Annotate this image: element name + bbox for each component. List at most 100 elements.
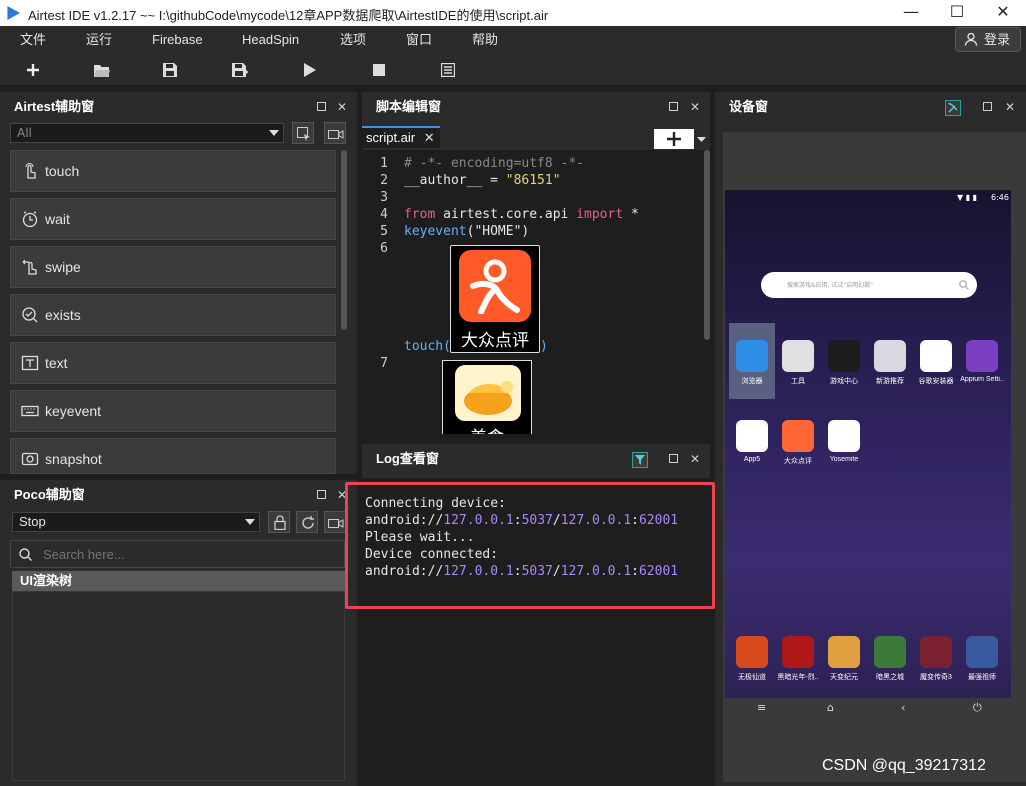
app-icon[interactable] <box>874 636 906 668</box>
close-panel-icon[interactable]: ✕ <box>688 452 702 466</box>
float-panel-icon[interactable] <box>314 100 328 114</box>
command-label: wait <box>45 211 70 227</box>
save-button[interactable] <box>157 58 183 82</box>
menu-nav-icon[interactable]: ≡ <box>757 701 766 714</box>
command-wait[interactable]: wait <box>10 198 336 240</box>
log-report-button[interactable] <box>435 58 461 82</box>
filter-select[interactable]: All <box>10 123 284 143</box>
app-icon[interactable] <box>920 340 952 372</box>
float-panel-icon[interactable] <box>666 100 680 114</box>
command-label: touch <box>45 163 80 179</box>
menu-file[interactable]: 文件 <box>20 26 46 54</box>
float-panel-icon[interactable] <box>980 100 994 114</box>
log-line-1: Connecting device: <box>365 496 506 511</box>
power-nav-icon[interactable]: ⏻ <box>973 701 982 715</box>
menu-firebase[interactable]: Firebase <box>152 26 203 54</box>
app-label: 无极仙道 <box>738 674 766 681</box>
tab-script-air[interactable]: script.air ✕ <box>362 126 440 148</box>
select-image-button[interactable] <box>292 122 314 144</box>
save-as-button[interactable] <box>227 58 253 82</box>
status-time: 6:46 <box>991 193 1009 202</box>
status-bar-icons: ▼ ▮ ▮ <box>957 193 978 202</box>
airtest-panel: Airtest辅助窗 ✕ All touch wait swipe exists… <box>0 92 357 474</box>
code-line-1: # -*- encoding=utf8 -*- <box>404 156 585 171</box>
template-image-food[interactable]: 美食 <box>442 360 532 434</box>
poco-search-box[interactable] <box>10 540 345 568</box>
app-icon[interactable] <box>736 636 768 668</box>
menu-options[interactable]: 选项 <box>340 26 366 54</box>
new-script-button[interactable] <box>20 58 46 82</box>
lock-button[interactable] <box>268 511 290 533</box>
editor-scrollbar[interactable] <box>704 150 710 340</box>
menu-help[interactable]: 帮助 <box>472 26 498 54</box>
lock-icon <box>274 515 286 530</box>
poco-record-button[interactable] <box>324 511 346 533</box>
code-string: "86151" <box>505 173 561 188</box>
back-nav-icon[interactable]: ‹ <box>901 701 905 714</box>
close-panel-icon[interactable]: ✕ <box>335 100 349 114</box>
ui-tree-root[interactable]: UI渲染树 <box>12 571 345 591</box>
float-panel-icon[interactable] <box>314 488 328 502</box>
search-icon <box>959 280 969 290</box>
command-label: swipe <box>45 259 81 275</box>
refresh-button[interactable] <box>296 511 318 533</box>
log-number: 127.0.0.1 <box>560 564 632 579</box>
close-panel-icon[interactable]: ✕ <box>688 100 702 114</box>
app-icon[interactable] <box>782 636 814 668</box>
scrollbar-thumb[interactable] <box>341 150 347 330</box>
app-icon[interactable] <box>920 636 952 668</box>
poco-search-input[interactable] <box>43 545 333 563</box>
menu-run[interactable]: 运行 <box>86 26 112 54</box>
menu-window[interactable]: 窗口 <box>406 26 432 54</box>
minimize-button[interactable]: — <box>888 0 934 26</box>
device-tools-button[interactable] <box>945 100 961 116</box>
editor-panel-title: 脚本编辑窗 <box>376 99 442 114</box>
device-search-bar[interactable]: 搜索游戏&应用, 试试"启明幻歌" <box>761 272 977 298</box>
log-token: : <box>513 513 522 528</box>
poco-mode-select[interactable]: Stop <box>12 512 260 532</box>
command-text[interactable]: text <box>10 342 336 384</box>
maximize-button[interactable]: ☐ <box>934 0 980 26</box>
device-screen[interactable]: ▼ ▮ ▮ 6:46 搜索游戏&应用, 试试"启明幻歌" 浏览器 工具 游戏中心 新游… <box>725 190 1011 720</box>
run-button[interactable] <box>297 58 323 82</box>
stop-icon <box>373 64 385 76</box>
home-nav-icon[interactable]: ⌂ <box>827 701 834 714</box>
template-image-dianping[interactable]: 大众点评 <box>450 245 540 353</box>
log-number: 62001 <box>638 513 679 528</box>
app-icon[interactable] <box>828 340 860 372</box>
open-button[interactable] <box>89 58 115 82</box>
log-token: : <box>631 564 639 579</box>
command-exists[interactable]: exists <box>10 294 336 336</box>
code-keyword: from <box>404 207 436 222</box>
command-swipe[interactable]: swipe <box>10 246 336 288</box>
app-icon[interactable] <box>828 420 860 452</box>
app-icon[interactable] <box>782 420 814 452</box>
command-keyevent[interactable]: keyevent <box>10 390 336 432</box>
app-icon[interactable] <box>736 420 768 452</box>
command-touch[interactable]: touch <box>10 150 336 192</box>
menu-headspin[interactable]: HeadSpin <box>242 26 299 54</box>
app-icon[interactable] <box>828 636 860 668</box>
stop-button[interactable] <box>366 58 392 82</box>
close-button[interactable]: ✕ <box>980 0 1026 26</box>
float-panel-icon[interactable] <box>666 452 680 466</box>
record-button[interactable] <box>324 122 346 144</box>
app-icon[interactable] <box>874 340 906 372</box>
app-icon[interactable] <box>966 340 998 372</box>
login-button[interactable]: 登录 <box>955 27 1021 52</box>
tab-close-icon[interactable]: ✕ <box>424 130 435 145</box>
close-panel-icon[interactable]: ✕ <box>1003 100 1017 114</box>
log-line-5: android://127.0.0.1:5037/127.0.0.1:62001 <box>365 564 678 579</box>
new-tab-button[interactable] <box>654 129 708 149</box>
app-icon[interactable] <box>966 636 998 668</box>
log-token: : <box>513 564 522 579</box>
ui-tree-area <box>12 591 345 781</box>
filter-icon <box>635 455 645 465</box>
app-label: 暗黑之城 <box>876 674 904 681</box>
log-token: android:// <box>365 513 444 528</box>
log-filter-button[interactable] <box>632 452 648 468</box>
app-icon[interactable] <box>782 340 814 372</box>
command-snapshot[interactable]: snapshot <box>10 438 336 474</box>
app-icon[interactable] <box>736 340 768 372</box>
tab-menu-button[interactable] <box>694 129 708 149</box>
